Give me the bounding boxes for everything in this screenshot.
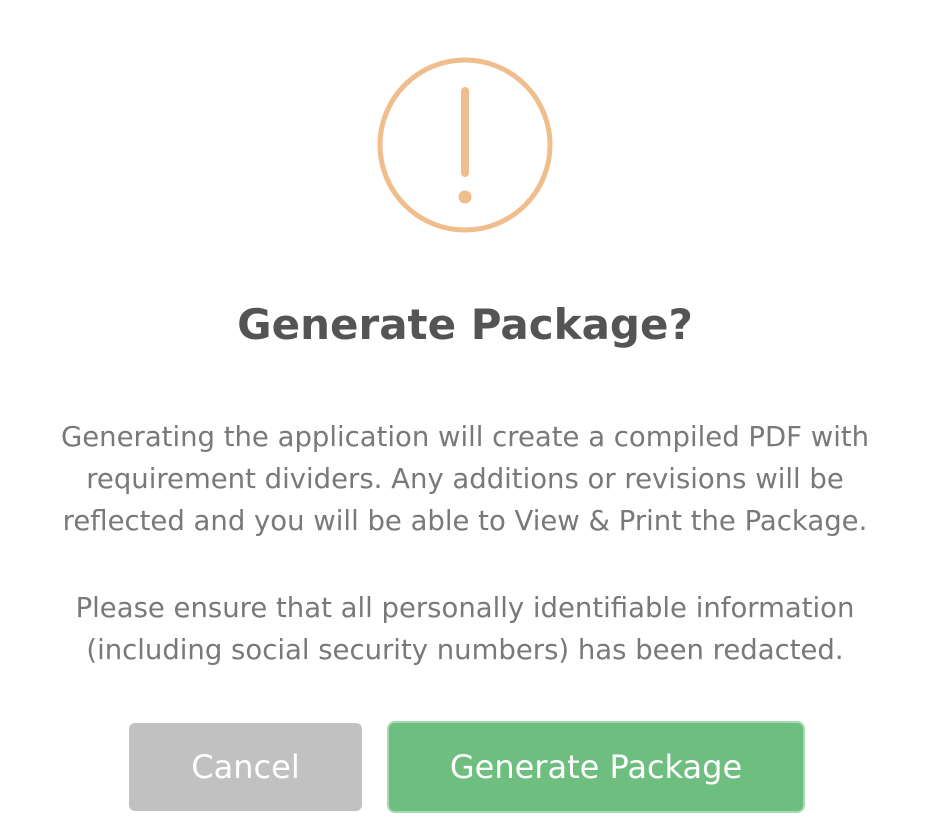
dialog-message: Generating the application will create a… xyxy=(60,421,870,537)
cancel-button[interactable]: Cancel xyxy=(129,723,362,811)
generate-package-dialog: Generate Package? Generating the applica… xyxy=(0,0,930,838)
dialog-title: Generate Package? xyxy=(237,300,693,349)
generate-package-button[interactable]: Generate Package xyxy=(389,723,803,811)
warning-exclamation-icon xyxy=(377,57,553,233)
dialog-pii-notice: Please ensure that all personally identi… xyxy=(75,592,855,666)
